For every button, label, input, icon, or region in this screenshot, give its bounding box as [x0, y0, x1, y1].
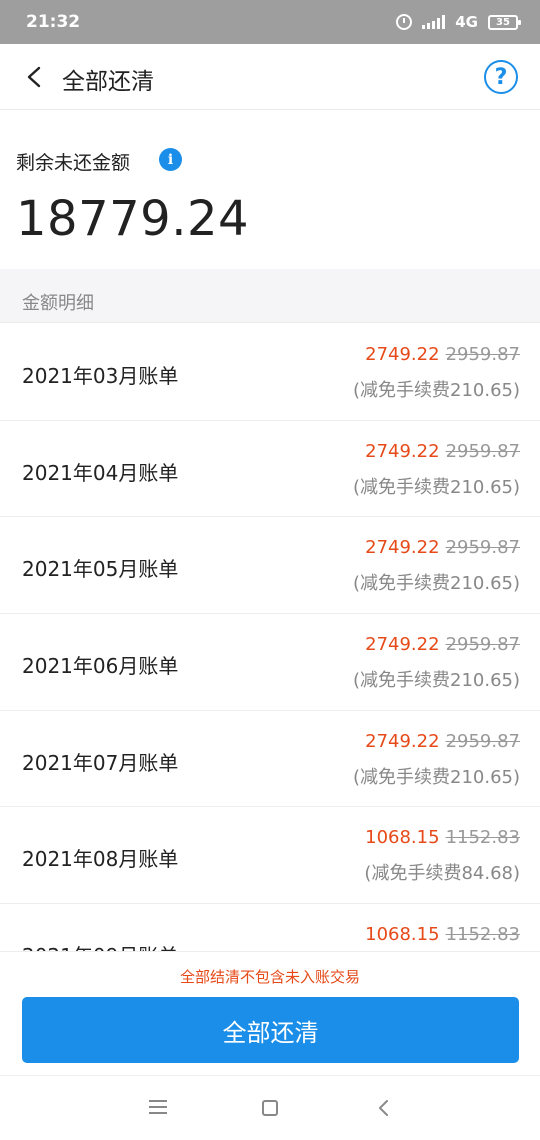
bill-row: 2021年08月账单 1068.15 1152.83 (减免手续费84.68) [0, 807, 540, 905]
bill-current-amount: 1068.15 [365, 827, 440, 849]
bill-amounts: 2749.22 2959.87 [365, 441, 520, 462]
footer-note: 全部结清不包含未入账交易 [179, 968, 360, 986]
bill-original-amount: 1152.83 [445, 924, 520, 946]
bill-month: 2021年08月账单 [22, 847, 179, 872]
bill-discount: (减免手续费210.65) [352, 670, 520, 692]
menu-icon[interactable] [149, 1100, 167, 1114]
info-icon[interactable]: i [159, 148, 182, 171]
bill-original-amount: 2959.87 [445, 730, 520, 752]
section-title: 金额明细 [22, 293, 94, 314]
signal-icon [422, 15, 446, 29]
bill-current-amount: 2749.22 [365, 634, 440, 656]
bill-discount: (减免手续费210.65) [352, 476, 520, 498]
bill-row: 2021年05月账单 2749.22 2959.87 (减免手续费210.65) [0, 517, 540, 615]
bill-discount: (减免手续费210.65) [352, 573, 520, 595]
bill-row: 2021年03月账单 2749.22 2959.87 (减免手续费210.65) [0, 324, 540, 421]
bill-amounts: 1068.15 1152.83 [365, 924, 520, 945]
remaining-amount: 18779.24 [16, 191, 250, 247]
bill-month: 2021年05月账单 [22, 557, 179, 582]
bill-month: 2021年03月账单 [22, 364, 179, 388]
remaining-label: 剩余未还金额 [16, 152, 131, 174]
bill-current-amount: 2749.22 [365, 537, 440, 559]
bill-amounts: 2749.22 2959.87 [365, 731, 520, 752]
status-icons: 4G 35 [396, 13, 521, 31]
bill-amounts: 2749.22 2959.87 [365, 344, 520, 365]
bill-original-amount: 2959.87 [445, 440, 520, 462]
bill-month: 2021年06月账单 [22, 654, 179, 679]
bill-current-amount: 2749.22 [365, 730, 440, 752]
section-header: 金额明细 [0, 269, 540, 323]
chevron-left-icon[interactable] [24, 66, 46, 88]
bill-discount: (减免手续费84.68) [364, 863, 520, 885]
network-type: 4G [455, 13, 478, 31]
bill-amounts: 1068.15 1152.83 [365, 827, 520, 848]
bill-discount: (减免手续费210.65) [352, 380, 520, 401]
system-nav-bar [0, 1075, 540, 1140]
bill-row: 2021年04月账单 2749.22 2959.87 (减免手续费210.65) [0, 421, 540, 518]
home-icon[interactable] [262, 1100, 278, 1116]
question-circle-icon[interactable]: ? [484, 60, 518, 94]
bill-row: 2021年09月账单 1068.151152.83 [0, 904, 540, 951]
back-icon[interactable] [376, 1098, 390, 1118]
status-bar: 21:32 4G 35 [0, 0, 540, 44]
header: 全部还清 ? [0, 44, 540, 110]
battery-icon: 35 [488, 14, 521, 30]
bill-row: 2021年06月账单 2749.22 2959.87 (减免手续费210.65) [0, 614, 540, 711]
bill-discount: (减免手续费210.65) [352, 766, 520, 788]
page-title: 全部还清 [62, 69, 154, 95]
bill-amounts: 2749.22 2959.87 [365, 537, 520, 558]
bill-month: 2021年04月账单 [22, 460, 179, 485]
bill-amounts: 2749.22 2959.87 [365, 634, 520, 655]
bill-list: 2021年03月账单 2749.22 2959.87 (减免手续费210.65) … [0, 324, 540, 951]
remaining-summary: 剩余未还金额 i 18779.24 [0, 111, 540, 269]
bill-original-amount: 2959.87 [445, 344, 520, 365]
pay-all-button[interactable]: 全部还清 [22, 997, 519, 1063]
bill-original-amount: 1152.83 [445, 827, 520, 849]
bill-original-amount: 2959.87 [445, 537, 520, 559]
bill-current-amount: 2749.22 [365, 440, 440, 462]
bill-current-amount: 2749.22 [365, 344, 440, 365]
bill-month: 2021年09月账单 [22, 940, 178, 951]
bill-month: 2021年07月账单 [22, 750, 179, 775]
status-time: 21:32 [26, 12, 81, 32]
bill-row: 2021年07月账单 2749.22 2959.87 (减免手续费210.65) [0, 711, 540, 808]
bill-current-amount: 1068.15 [365, 924, 440, 946]
battery-level: 35 [496, 16, 510, 28]
bill-original-amount: 2959.87 [445, 634, 520, 656]
footer: 全部结清不包含未入账交易 全部还清 [0, 951, 540, 1075]
alarm-icon [396, 14, 413, 30]
